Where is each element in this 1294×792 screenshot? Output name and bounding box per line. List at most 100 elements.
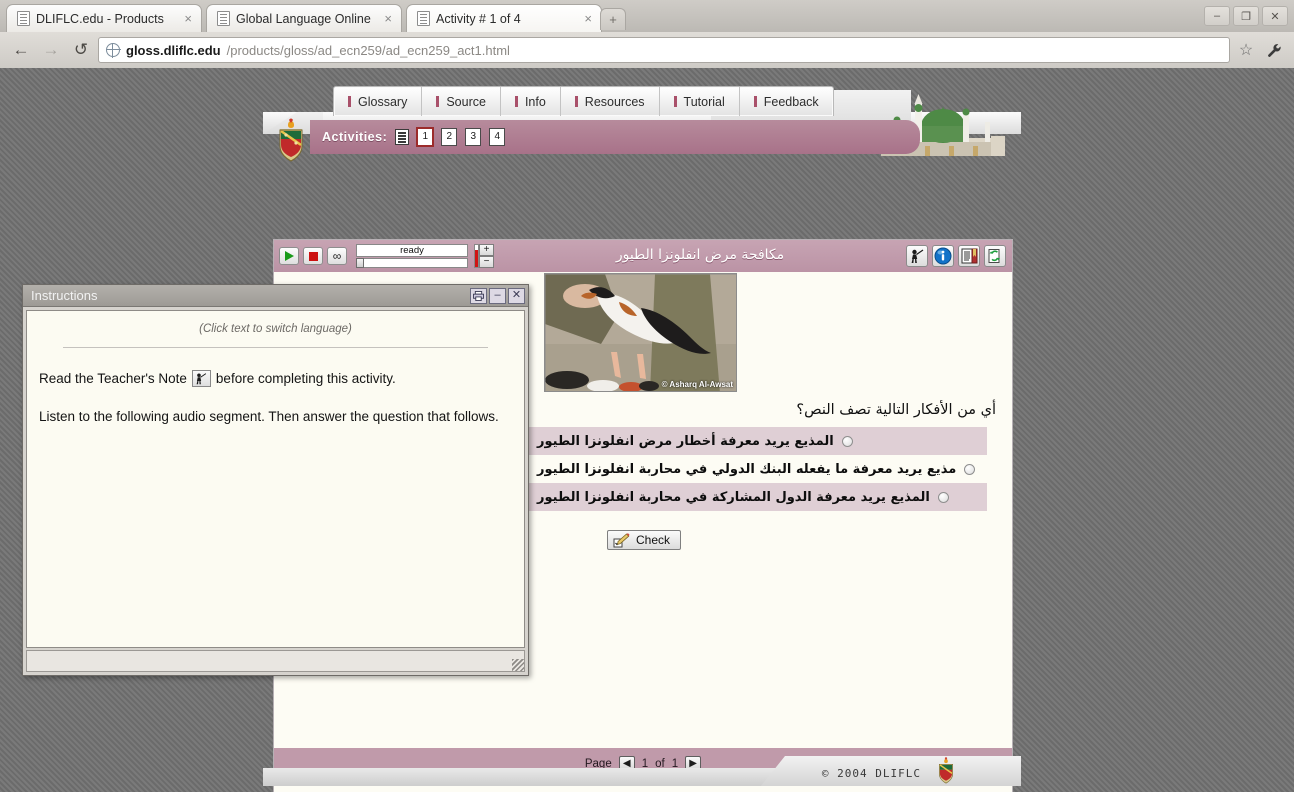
answer-options: المذيع يريد معرفة أخطار مرض انفلونزا الط…	[527, 427, 987, 511]
globe-icon	[105, 42, 121, 58]
volume-down-button[interactable]: −	[479, 256, 494, 268]
nav-tab-resources[interactable]: Resources	[561, 87, 660, 116]
wrench-menu-icon[interactable]	[1262, 38, 1286, 62]
activity-title: مكافحة مرض انفلونزا الطيور	[615, 247, 785, 263]
bird-photo-svg	[545, 274, 736, 391]
audio-player: ∞ ready + −	[279, 243, 494, 269]
answer-option-1[interactable]: المذيع يريد معرفة أخطار مرض انفلونزا الط…	[527, 427, 987, 455]
volume-buttons: + −	[479, 244, 494, 268]
minimize-icon[interactable]: –	[489, 287, 506, 304]
maximize-button[interactable]: ❐	[1233, 6, 1259, 26]
browser-toolbar: ← → ↺ gloss.dliflc.edu/products/gloss/ad…	[0, 32, 1294, 68]
refresh-icon[interactable]	[984, 245, 1006, 267]
nav-tab-glossary[interactable]: Glossary	[334, 87, 423, 116]
activities-list-icon[interactable]	[395, 129, 410, 145]
activities-area: Activities: 1 2 3 4	[263, 118, 1021, 166]
teachers-note-icon[interactable]	[906, 245, 928, 267]
close-icon[interactable]: ×	[181, 11, 195, 26]
nav-tab-info[interactable]: Info	[501, 87, 561, 116]
activity-button-2[interactable]: 2	[441, 128, 458, 146]
teachers-note-icon[interactable]	[191, 370, 211, 387]
bookmark-star-icon[interactable]: ☆	[1234, 38, 1258, 62]
dliflc-crest-icon	[274, 118, 308, 164]
minimize-button[interactable]: –	[1204, 6, 1230, 26]
course-nav-tabs: Glossary Source Info Resources Tutorial	[333, 86, 834, 116]
answer-option-label: المذيع يريد معرفة أخطار مرض انفلونزا الط…	[537, 433, 834, 449]
nav-tab-tutorial[interactable]: Tutorial	[660, 87, 740, 116]
instructions-title: Instructions	[31, 288, 98, 303]
reload-button[interactable]: ↺	[68, 37, 94, 63]
close-icon[interactable]: ✕	[508, 287, 525, 304]
browser-tab-1[interactable]: Global Language Online ×	[206, 4, 402, 32]
browser-tab-0[interactable]: DLIFLC.edu - Products ×	[6, 4, 202, 32]
crest-small-svg	[939, 757, 953, 784]
language-switch-hint[interactable]: (Click text to switch language)	[39, 323, 512, 335]
page-icon	[217, 11, 230, 26]
tab-bullet-icon	[753, 96, 757, 107]
activity-button-1[interactable]: 1	[416, 127, 435, 147]
activity-button-3[interactable]: 3	[465, 128, 482, 146]
stop-icon	[308, 251, 318, 261]
close-button[interactable]: ✕	[1262, 6, 1288, 26]
dictionary-icon[interactable]	[958, 245, 980, 267]
info-icon[interactable]	[932, 245, 954, 267]
check-button-label: Check	[636, 533, 671, 547]
nav-tab-feedback[interactable]: Feedback	[740, 87, 833, 116]
check-button[interactable]: Check	[607, 530, 682, 550]
page-icon	[17, 11, 30, 26]
nav-tab-label: Info	[524, 94, 546, 109]
close-icon[interactable]: ×	[381, 11, 395, 26]
print-icon[interactable]	[470, 287, 487, 304]
info-glyph	[934, 247, 952, 265]
volume-up-button[interactable]: +	[479, 244, 494, 256]
radio-icon[interactable]	[841, 435, 853, 447]
nav-tab-label: Source	[446, 94, 486, 109]
player-seek-slider[interactable]	[356, 258, 468, 268]
activity-toolbar: ∞ ready + − مكافحة مرض انفلونزا الطيور	[274, 240, 1012, 272]
back-button[interactable]: ←	[8, 37, 34, 63]
instructions-window[interactable]: Instructions – ✕ (Click text to switch l…	[22, 284, 529, 676]
printer-glyph	[473, 290, 484, 301]
instructions-titlebar[interactable]: Instructions – ✕	[23, 285, 528, 307]
volume-control: + −	[474, 243, 494, 269]
tab-bullet-icon	[514, 96, 518, 107]
volume-level-bar[interactable]	[474, 244, 479, 268]
answer-option-3[interactable]: المذيع يريد معرفة الدول المشاركة في محار…	[527, 483, 987, 511]
stop-button[interactable]	[303, 247, 323, 265]
copyright-text: © 2004 DLIFLC	[821, 767, 921, 780]
answer-option-2[interactable]: مذيع يريد معرفة ما يفعله البنك الدولي في…	[527, 455, 987, 483]
activity-tool-icons	[906, 245, 1006, 267]
nav-tab-label: Tutorial	[683, 94, 725, 109]
play-button[interactable]	[279, 247, 299, 265]
photo-credit: © Asharq Al-Awsat	[661, 380, 733, 389]
wrench-glyph	[1267, 43, 1281, 57]
teacher-glyph	[911, 249, 924, 263]
address-bar[interactable]: gloss.dliflc.edu/products/gloss/ad_ecn25…	[98, 37, 1230, 63]
nav-tab-source[interactable]: Source	[422, 87, 501, 116]
refresh-glyph	[988, 249, 1000, 263]
browser-tab-2-active[interactable]: Activity # 1 of 4 ×	[406, 4, 602, 32]
answer-option-label: المذيع يريد معرفة الدول المشاركة في محار…	[537, 489, 930, 505]
nav-tab-label: Glossary	[358, 94, 408, 109]
browser-tab-label: DLIFLC.edu - Products	[36, 11, 164, 26]
play-icon	[284, 251, 294, 261]
resize-handle[interactable]	[512, 659, 524, 671]
radio-icon[interactable]	[937, 491, 949, 503]
forward-button[interactable]: →	[38, 37, 64, 63]
page-viewport: Glossary Source Info Resources Tutorial	[0, 68, 1294, 792]
loop-button[interactable]: ∞	[327, 247, 347, 265]
seek-thumb[interactable]	[356, 258, 364, 268]
instructions-footer	[26, 650, 525, 672]
radio-icon[interactable]	[964, 463, 976, 475]
tab-bullet-icon	[673, 96, 677, 107]
browser-window: DLIFLC.edu - Products × Global Language …	[0, 0, 1294, 68]
loop-icon: ∞	[332, 249, 342, 263]
activities-bar: Activities: 1 2 3 4	[310, 120, 920, 154]
player-status: ready	[356, 244, 468, 257]
book-glyph	[961, 248, 977, 264]
player-progress-area: ready	[356, 243, 468, 269]
tab-bullet-icon	[574, 96, 578, 107]
activity-button-4[interactable]: 4	[489, 128, 506, 146]
close-icon[interactable]: ×	[581, 11, 595, 26]
new-tab-button[interactable]: +	[600, 8, 626, 30]
